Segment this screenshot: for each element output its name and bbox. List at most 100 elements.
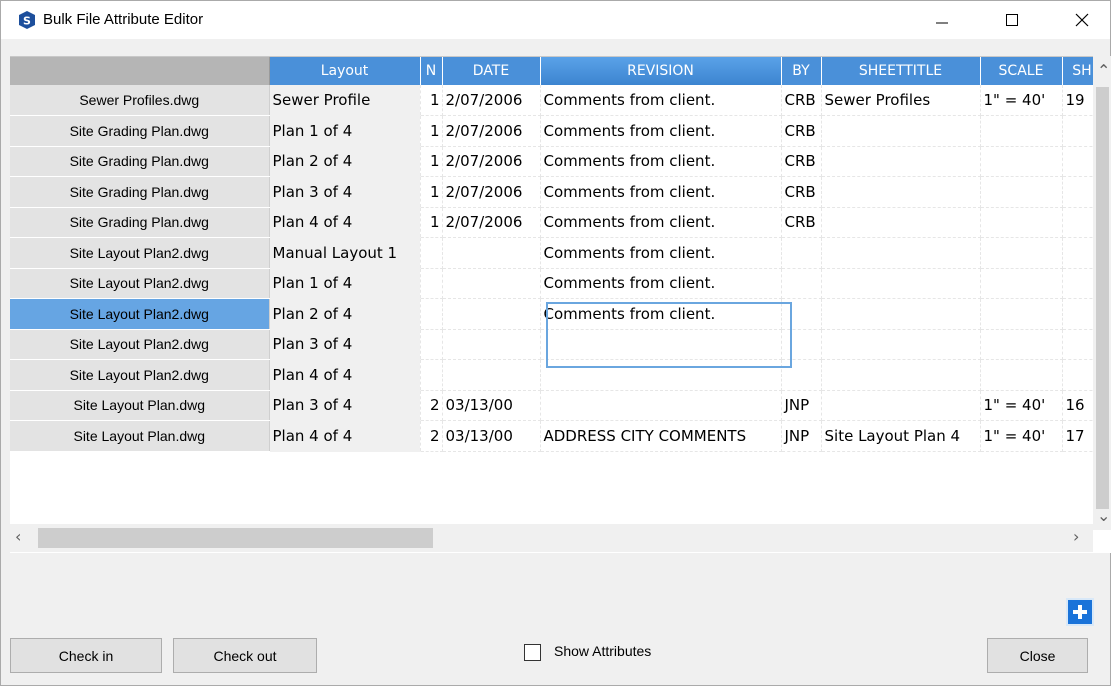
table-row[interactable]: Site Layout Plan2.dwg Plan 1 of 4 Comments… (10, 268, 1103, 299)
cell-sheettitle[interactable]: Site Layout Plan 4 (821, 420, 981, 452)
scroll-right-icon[interactable]: › (1073, 527, 1079, 546)
cell-scale[interactable]: 1" = 40' (980, 85, 1063, 116)
cell-n[interactable] (420, 237, 443, 269)
cell-n[interactable]: 1 (420, 146, 443, 177)
table-row[interactable]: Site Layout Plan2.dwg Manual Layout 1 Comm… (10, 237, 1103, 269)
cell-scale[interactable] (980, 115, 1063, 147)
cell-scale[interactable] (980, 237, 1063, 269)
cell-layout[interactable]: Plan 4 of 4 (269, 359, 421, 391)
cell-sheettitle[interactable] (821, 115, 981, 147)
cell-n[interactable]: 1 (420, 85, 443, 116)
row-header-file[interactable]: Site Grading Plan.dwg (10, 115, 270, 147)
row-header-file[interactable]: Site Grading Plan.dwg (10, 207, 270, 238)
cell-by[interactable]: CRB (781, 85, 822, 116)
cell-sheettitle[interactable] (821, 390, 981, 421)
vertical-scrollbar[interactable]: ⌃ ⌄ (1093, 56, 1111, 530)
cell-date[interactable]: 03/13/00 (442, 390, 541, 421)
cell-by[interactable]: CRB (781, 115, 822, 147)
cell-n[interactable]: 2 (420, 390, 443, 421)
cell-by[interactable] (781, 237, 822, 269)
column-header-revision[interactable]: REVISION (540, 57, 782, 85)
table-row[interactable]: Site Grading Plan.dwg Plan 1 of 4 1 2/07/20… (10, 115, 1103, 147)
cell-n[interactable]: 2 (420, 420, 443, 452)
vertical-scroll-thumb[interactable] (1096, 87, 1109, 509)
cell-revision[interactable]: Comments from client. (540, 176, 782, 208)
cell-layout[interactable]: Plan 4 of 4 (269, 420, 421, 452)
row-header-file[interactable]: Site Layout Plan2.dwg (10, 237, 270, 269)
cell-scale[interactable] (980, 268, 1063, 299)
cell-scale[interactable] (980, 207, 1063, 238)
cell-by[interactable] (781, 329, 822, 360)
column-header-sheettitle[interactable]: SHEETTITLE (821, 57, 981, 85)
cell-scale[interactable] (980, 298, 1063, 330)
check-out-button[interactable]: Check out (173, 638, 317, 673)
cell-sheettitle[interactable] (821, 329, 981, 360)
table-row[interactable]: Sewer Profiles.dwg Sewer Profile 1 2/07/200… (10, 85, 1103, 116)
cell-revision[interactable]: Comments from client. (540, 146, 782, 177)
close-window-button[interactable] (1059, 1, 1105, 39)
cell-by[interactable]: JNP (781, 420, 822, 452)
cell-n[interactable]: 1 (420, 176, 443, 208)
row-header-file[interactable]: Site Layout Plan2.dwg (10, 329, 270, 360)
cell-sheettitle[interactable] (821, 146, 981, 177)
row-header-file[interactable]: Sewer Profiles.dwg (10, 85, 270, 116)
corner-header[interactable] (10, 57, 270, 85)
cell-n[interactable] (420, 329, 443, 360)
table-row[interactable]: Site Layout Plan2.dwg Plan 4 of 4 (10, 359, 1103, 391)
cell-sheettitle[interactable] (821, 268, 981, 299)
maximize-button[interactable] (989, 1, 1035, 39)
column-header-layout[interactable]: Layout (269, 57, 421, 85)
table-row[interactable]: Site Grading Plan.dwg Plan 2 of 4 1 2/07/20… (10, 146, 1103, 177)
cell-by[interactable]: CRB (781, 207, 822, 238)
cell-revision[interactable] (540, 359, 782, 391)
attribute-grid[interactable]: Layout N DATE REVISION BY SHEETTITLE SCA… (10, 56, 1111, 553)
close-button[interactable]: Close (987, 638, 1088, 673)
cell-revision[interactable]: Comments from client. (540, 85, 782, 116)
cell-scale[interactable] (980, 176, 1063, 208)
cell-scale[interactable] (980, 359, 1063, 391)
table-row[interactable]: Site Layout Plan.dwg Plan 4 of 4 2 03/13/00… (10, 420, 1103, 452)
cell-scale[interactable]: 1" = 40' (980, 420, 1063, 452)
cell-n[interactable] (420, 298, 443, 330)
show-attributes-checkbox[interactable] (524, 644, 541, 661)
cell-sheettitle[interactable] (821, 207, 981, 238)
cell-date[interactable] (442, 298, 541, 330)
cell-revision[interactable] (540, 329, 782, 360)
cell-date[interactable] (442, 237, 541, 269)
table-row[interactable]: Site Grading Plan.dwg Plan 3 of 4 1 2/07/20… (10, 176, 1103, 208)
cell-scale[interactable]: 1" = 40' (980, 390, 1063, 421)
minimize-button[interactable] (919, 1, 965, 39)
cell-by[interactable]: CRB (781, 176, 822, 208)
cell-sheettitle[interactable] (821, 237, 981, 269)
cell-date[interactable] (442, 268, 541, 299)
cell-n[interactable]: 1 (420, 115, 443, 147)
cell-by[interactable]: CRB (781, 146, 822, 177)
cell-layout[interactable]: Plan 1 of 4 (269, 115, 421, 147)
cell-revision[interactable]: Comments from client. (540, 298, 782, 330)
cell-by[interactable] (781, 298, 822, 330)
row-header-file[interactable]: Site Grading Plan.dwg (10, 176, 270, 208)
cell-revision[interactable]: Comments from client. (540, 237, 782, 269)
table-row[interactable]: Site Layout Plan2.dwg Plan 3 of 4 (10, 329, 1103, 360)
row-header-file[interactable]: Site Layout Plan2.dwg (10, 298, 270, 330)
row-header-file[interactable]: Site Grading Plan.dwg (10, 146, 270, 177)
column-header-date[interactable]: DATE (442, 57, 541, 85)
cell-scale[interactable] (980, 329, 1063, 360)
cell-date[interactable]: 03/13/00 (442, 420, 541, 452)
column-header-by[interactable]: BY (781, 57, 822, 85)
scroll-down-icon[interactable]: ⌄ (1097, 506, 1110, 525)
cell-revision[interactable]: Comments from client. (540, 115, 782, 147)
cell-layout[interactable]: Plan 4 of 4 (269, 207, 421, 238)
column-header-n[interactable]: N (420, 57, 443, 85)
cell-sheettitle[interactable] (821, 176, 981, 208)
table-row[interactable]: Site Grading Plan.dwg Plan 4 of 4 1 2/07/20… (10, 207, 1103, 238)
cell-layout[interactable]: Manual Layout 1 (269, 237, 421, 269)
title-bar[interactable]: S Bulk File Attribute Editor (1, 1, 1110, 39)
scroll-up-icon[interactable]: ⌃ (1097, 61, 1110, 80)
cell-date[interactable]: 2/07/2006 (442, 85, 541, 116)
cell-layout[interactable]: Plan 3 of 4 (269, 390, 421, 421)
row-header-file[interactable]: Site Layout Plan2.dwg (10, 359, 270, 391)
cell-date[interactable]: 2/07/2006 (442, 176, 541, 208)
cell-date[interactable] (442, 359, 541, 391)
check-in-button[interactable]: Check in (10, 638, 162, 673)
